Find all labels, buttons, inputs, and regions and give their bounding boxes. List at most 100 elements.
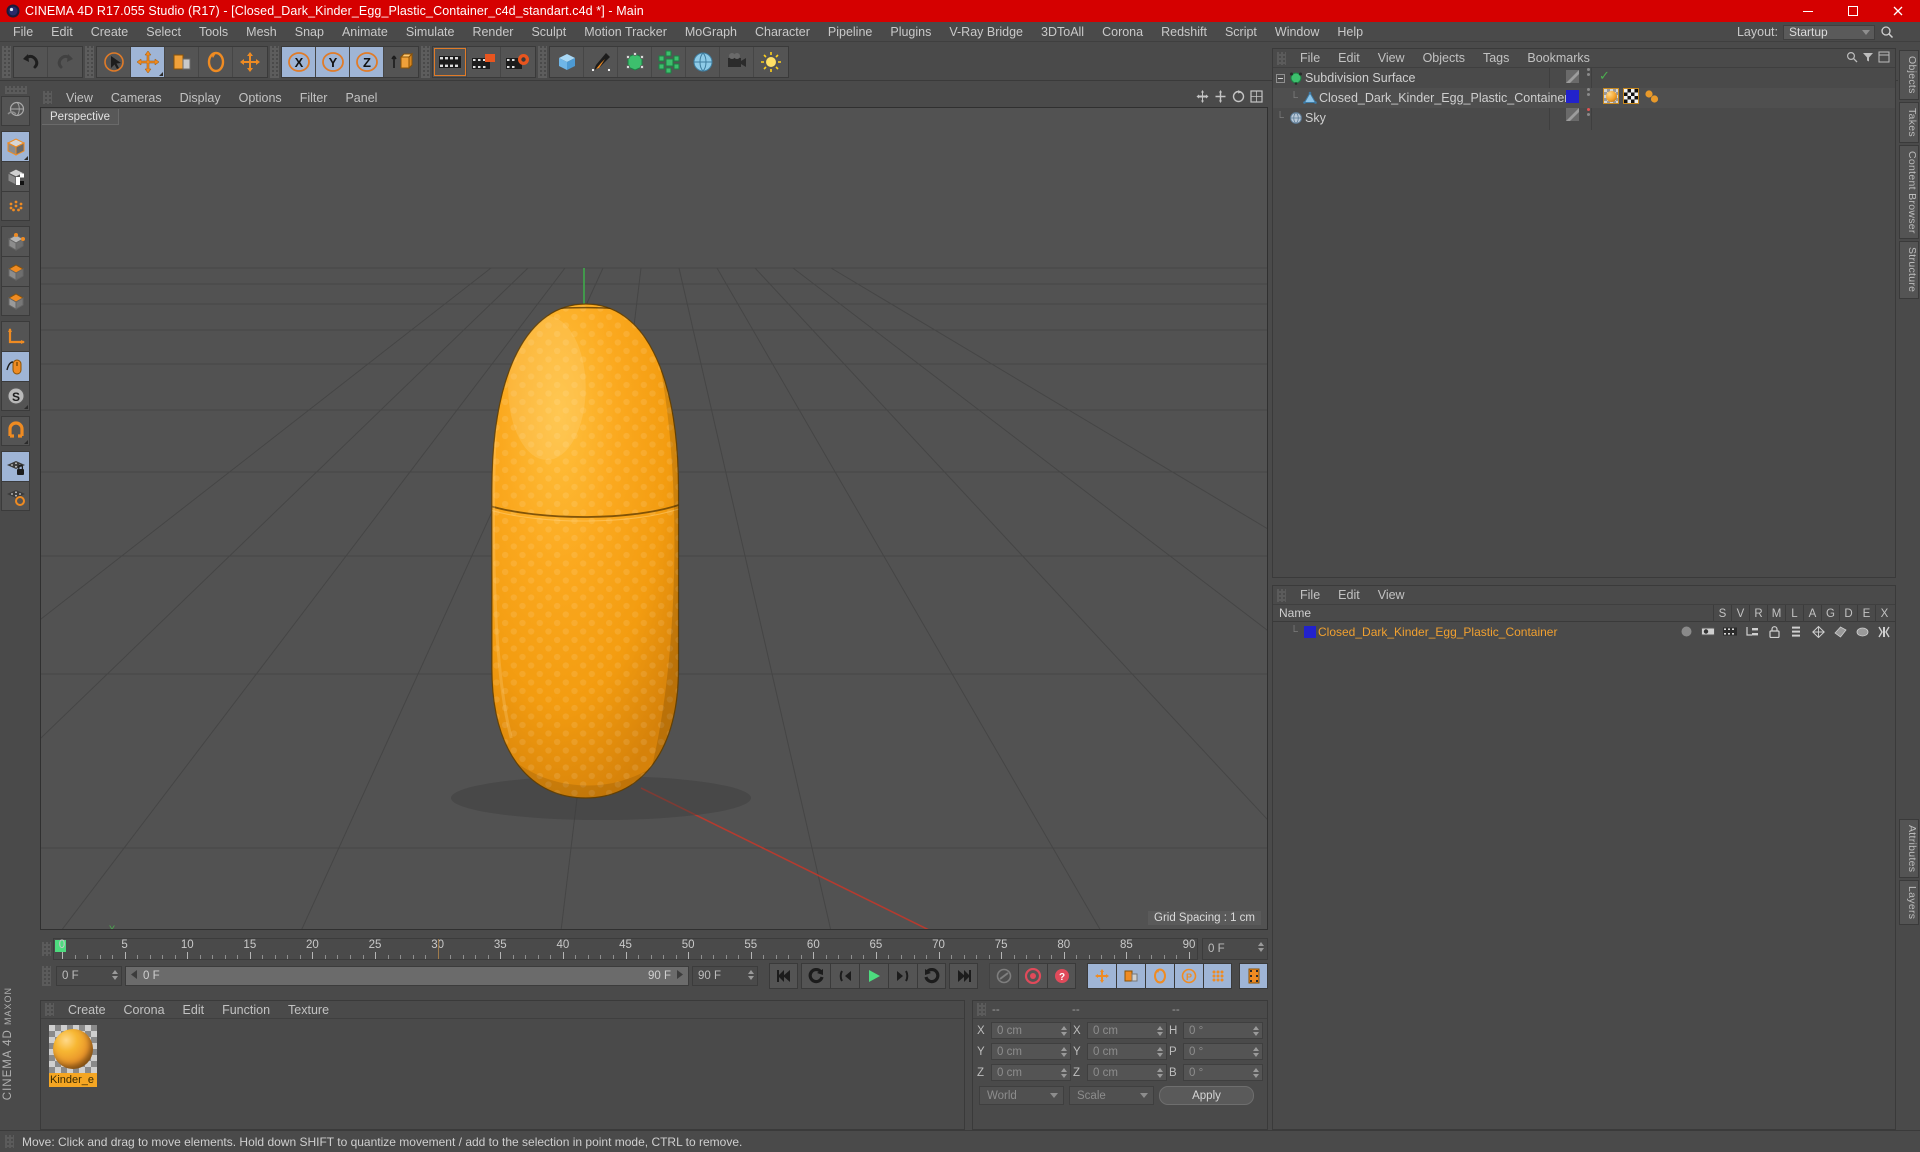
layer-menu-edit[interactable]: Edit [1329, 588, 1369, 602]
visibility-dots[interactable] [1582, 68, 1595, 84]
material-menu-create[interactable]: Create [59, 1003, 115, 1017]
layer-column-r[interactable]: R [1749, 605, 1767, 622]
polygons-mode-icon[interactable] [1, 256, 30, 286]
undo-icon[interactable] [14, 46, 48, 77]
menu-item-help[interactable]: Help [1328, 22, 1372, 42]
object-row-kinder-egg[interactable]: └ Closed_Dark_Kinder_Egg_Plastic_Contain… [1273, 88, 1895, 108]
object-name[interactable]: Subdivision Surface [1305, 71, 1415, 85]
right-tab-takes[interactable]: Takes [1899, 101, 1919, 143]
object-menu-file[interactable]: File [1291, 51, 1329, 65]
primitive-cube-icon[interactable] [550, 46, 584, 77]
material-menu-function[interactable]: Function [213, 1003, 279, 1017]
next-key-icon[interactable] [917, 963, 946, 989]
menu-item-animate[interactable]: Animate [333, 22, 397, 42]
generator-nurbs-icon[interactable] [618, 46, 652, 77]
menu-item-select[interactable]: Select [137, 22, 190, 42]
workplane-lock-icon[interactable] [1, 451, 30, 481]
menu-item-mograph[interactable]: MoGraph [676, 22, 746, 42]
menu-item-edit[interactable]: Edit [42, 22, 82, 42]
lock-z-axis-icon[interactable]: Z [350, 46, 384, 77]
viewport-menu-filter[interactable]: Filter [291, 91, 337, 105]
viewport-solo-icon[interactable] [1, 351, 30, 381]
end-frame-field[interactable]: 90 F [692, 966, 758, 986]
camera-icon[interactable] [720, 46, 754, 77]
live-selection-icon[interactable] [97, 46, 131, 77]
expressions-icon[interactable] [1853, 627, 1871, 637]
layer-column-s[interactable]: S [1713, 605, 1731, 622]
object-layer-swatch[interactable] [1562, 68, 1582, 84]
viewport-menu-cameras[interactable]: Cameras [102, 91, 171, 105]
menu-item-file[interactable]: File [4, 22, 42, 42]
move-camera-icon[interactable] [1196, 89, 1209, 106]
coord-input-rotation-h[interactable]: 0 ° [1183, 1022, 1263, 1039]
layer-column-l[interactable]: L [1785, 605, 1803, 622]
snap-s-icon[interactable]: S [1, 381, 30, 411]
move-tool-icon[interactable] [131, 46, 165, 77]
menu-item-vray-bridge[interactable]: V-Ray Bridge [940, 22, 1032, 42]
timeline-scrubber[interactable]: 0 F 90 F [125, 966, 689, 986]
layer-row[interactable]: └ Closed_Dark_Kinder_Egg_Plastic_Contain… [1273, 622, 1895, 641]
object-axis-icon[interactable] [1, 321, 30, 351]
generators-icon[interactable] [1809, 625, 1827, 638]
coord-input-size-x[interactable]: 0 cm [1087, 1022, 1167, 1039]
panel-options-icon[interactable] [1878, 51, 1890, 66]
menu-item-tools[interactable]: Tools [190, 22, 237, 42]
step-forward-icon[interactable] [888, 963, 917, 989]
viewport-tab-perspective[interactable]: Perspective [42, 109, 120, 125]
menu-item-sculpt[interactable]: Sculpt [522, 22, 575, 42]
axis-mode-icon[interactable] [1, 286, 30, 316]
end-frame-spinner[interactable] [748, 970, 754, 980]
enabled-check-icon[interactable]: ✓ [1595, 68, 1895, 84]
object-menu-objects[interactable]: Objects [1414, 51, 1474, 65]
layer-column-a[interactable]: A [1803, 605, 1821, 622]
coord-input-size-z[interactable]: 0 cm [1087, 1064, 1167, 1081]
layer-column-v[interactable]: V [1731, 605, 1749, 622]
layer-column-x[interactable]: X [1875, 605, 1893, 622]
left-toolbar-grip[interactable] [4, 86, 27, 94]
search-icon[interactable] [1880, 25, 1894, 39]
right-tab-layers[interactable]: Layers [1899, 880, 1919, 926]
previous-key-icon[interactable] [801, 963, 830, 989]
maximize-view-icon[interactable] [1250, 89, 1263, 106]
menu-item-3dtoall[interactable]: 3DToAll [1032, 22, 1093, 42]
step-back-icon[interactable] [830, 963, 859, 989]
visible-icon[interactable] [1699, 626, 1717, 637]
layer-column-m[interactable]: M [1767, 605, 1785, 622]
animation-icon[interactable] [1787, 626, 1805, 638]
menu-item-snap[interactable]: Snap [286, 22, 333, 42]
deformer-icon[interactable] [652, 46, 686, 77]
object-menu-tags[interactable]: Tags [1474, 51, 1518, 65]
material-thumbnail[interactable] [49, 1025, 97, 1073]
record-pla-icon[interactable] [1203, 963, 1232, 989]
object-layer-swatch[interactable] [1562, 108, 1582, 121]
start-frame-spinner[interactable] [112, 970, 118, 980]
xref-icon[interactable] [1875, 626, 1893, 638]
uvw-tag-icon[interactable] [1623, 88, 1639, 104]
edges-mode-icon[interactable] [1, 226, 30, 256]
layer-menu-file[interactable]: File [1291, 588, 1329, 602]
menu-item-mesh[interactable]: Mesh [237, 22, 286, 42]
material-menu-texture[interactable]: Texture [279, 1003, 338, 1017]
layer-column-e[interactable]: E [1857, 605, 1875, 622]
coord-input-position-y[interactable]: 0 cm [991, 1043, 1071, 1060]
deformers-icon[interactable] [1831, 625, 1849, 638]
viewport-menu-grip[interactable] [43, 91, 52, 104]
toolbar-grip-4[interactable] [421, 45, 430, 78]
viewport-canvas[interactable]: Perspective Y Grid Spacing: 1 cm [40, 107, 1268, 930]
render-settings-icon[interactable] [501, 46, 535, 77]
minimize-button[interactable] [1785, 0, 1830, 22]
autokey-link-icon[interactable] [989, 963, 1018, 989]
layer-manager-grip[interactable] [1277, 588, 1286, 602]
transport-grip[interactable] [42, 966, 51, 986]
material-name[interactable]: Kinder_e [49, 1073, 97, 1087]
toolbar-grip-5[interactable] [538, 45, 547, 78]
apply-button[interactable]: Apply [1159, 1086, 1254, 1105]
menu-item-render[interactable]: Render [463, 22, 522, 42]
points-mode-icon[interactable] [1, 191, 30, 221]
menu-item-motion-tracker[interactable]: Motion Tracker [575, 22, 676, 42]
record-active-objects-icon[interactable] [1018, 963, 1047, 989]
redo-icon[interactable] [48, 46, 82, 77]
lock-x-axis-icon[interactable]: X [282, 46, 316, 77]
magnet-icon[interactable] [1, 416, 30, 446]
render-to-picture-viewer-icon[interactable] [467, 46, 501, 77]
